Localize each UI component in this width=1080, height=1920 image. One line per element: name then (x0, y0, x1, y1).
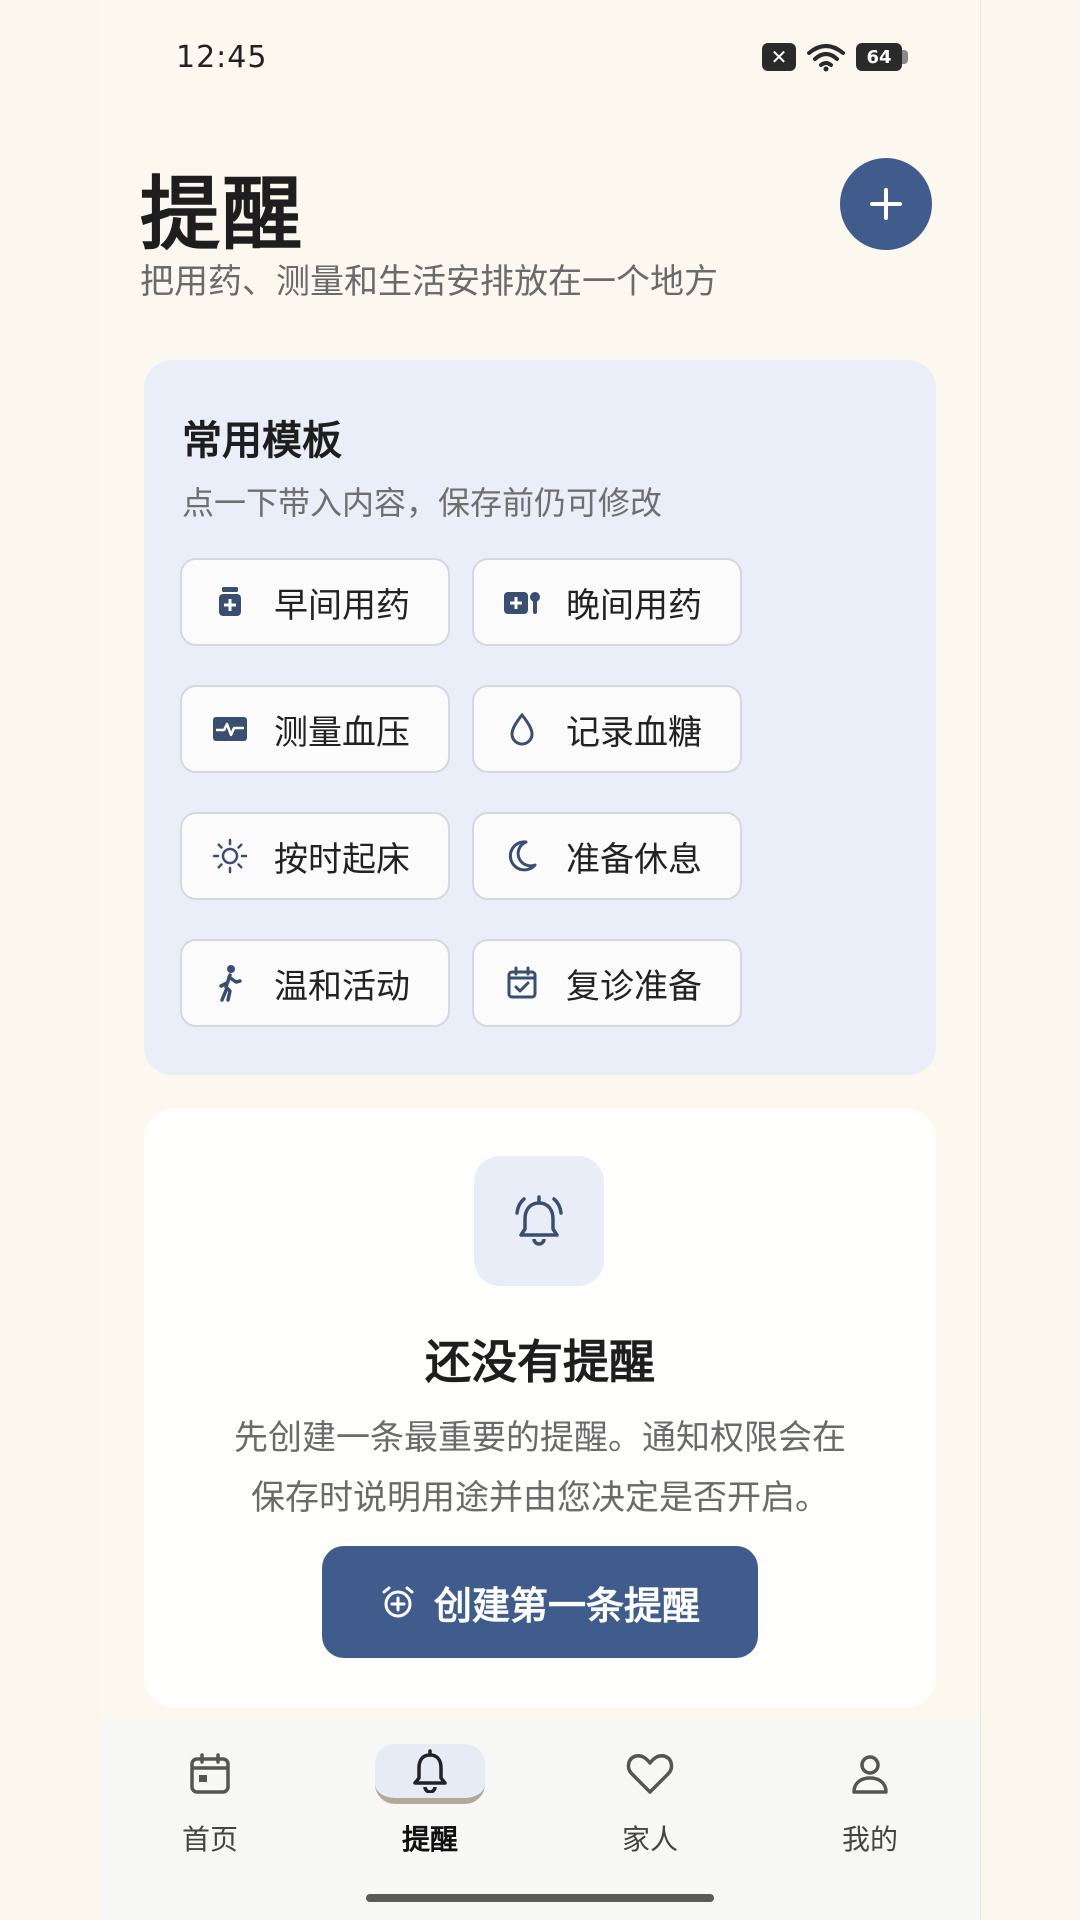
wifi-icon (807, 44, 845, 72)
template-label: 温和活动 (274, 966, 410, 1007)
template-evening-medicine[interactable]: 晚间用药 (472, 558, 742, 646)
create-first-reminder-button[interactable]: 创建第一条提醒 (322, 1546, 758, 1658)
home-indicator[interactable] (366, 1894, 714, 1902)
template-blood-pressure[interactable]: 测量血压 (180, 685, 450, 773)
template-label: 早间用药 (274, 585, 410, 626)
status-time: 12:45 (176, 40, 268, 75)
moon-icon (502, 836, 542, 876)
nav-home[interactable]: 首页 (100, 1718, 320, 1858)
medicine-kit-icon (502, 582, 542, 622)
create-first-reminder-label: 创建第一条提醒 (433, 1583, 700, 1628)
heart-icon (595, 1744, 705, 1804)
nav-label: 提醒 (401, 1823, 458, 1856)
template-label: 复诊准备 (566, 966, 702, 1007)
template-label: 测量血压 (274, 712, 410, 753)
alarm-bell-icon (474, 1156, 604, 1286)
heart-pulse-icon (210, 709, 250, 749)
add-reminder-button[interactable] (840, 158, 932, 250)
template-label: 按时起床 (274, 839, 410, 880)
template-wake-up[interactable]: 按时起床 (180, 812, 450, 900)
bottom-navigation: 首页 提醒 家人 我的 (100, 1718, 980, 1920)
templates-subtitle: 点一下带入内容，保存前仍可修改 (182, 484, 663, 522)
nav-family[interactable]: 家人 (540, 1718, 760, 1858)
bell-icon (375, 1744, 485, 1804)
nav-label: 家人 (621, 1823, 678, 1856)
template-gentle-activity[interactable]: 温和活动 (180, 939, 450, 1027)
empty-state-description: 先创建一条最重要的提醒。通知权限会在 保存时说明用途并由您决定是否开启。 (184, 1408, 896, 1528)
template-label: 记录血糖 (566, 712, 702, 753)
battery-icon: 64 (856, 43, 908, 71)
add-alarm-icon (382, 1586, 414, 1618)
status-icons: ✕ 64 (762, 42, 908, 72)
app-screen: 12:45 ✕ 64 提醒 把用药、测量和生活安排放在一个地方 常用模板 点一下… (100, 0, 981, 1920)
walking-icon (210, 963, 250, 1003)
calendar-icon (155, 1744, 265, 1804)
templates-title: 常用模板 (182, 418, 342, 464)
nav-label: 我的 (841, 1823, 898, 1856)
nav-reminders[interactable]: 提醒 (320, 1718, 540, 1858)
drop-icon (502, 709, 542, 749)
person-icon (815, 1744, 925, 1804)
calendar-check-icon (502, 963, 542, 1003)
template-label: 晚间用药 (566, 585, 702, 626)
nav-label: 首页 (181, 1823, 238, 1856)
template-prepare-rest[interactable]: 准备休息 (472, 812, 742, 900)
templates-card: 常用模板 点一下带入内容，保存前仍可修改 早间用药 晚间用药 测量血压 记录血糖… (144, 360, 936, 1075)
empty-state-card: 还没有提醒 先创建一条最重要的提醒。通知权限会在 保存时说明用途并由您决定是否开… (144, 1108, 936, 1708)
template-blood-sugar[interactable]: 记录血糖 (472, 685, 742, 773)
template-follow-up-visit[interactable]: 复诊准备 (472, 939, 742, 1027)
page-title: 提醒 (140, 168, 304, 261)
empty-state-description-line: 保存时说明用途并由您决定是否开启。 (251, 1478, 829, 1518)
no-sim-icon: ✕ (762, 43, 796, 71)
nav-profile[interactable]: 我的 (760, 1718, 980, 1858)
pill-bottle-icon (210, 582, 250, 622)
empty-state-title: 还没有提醒 (425, 1335, 655, 1389)
sun-icon (210, 836, 250, 876)
page-subtitle: 把用药、测量和生活安排放在一个地方 (140, 262, 718, 302)
template-morning-medicine[interactable]: 早间用药 (180, 558, 450, 646)
empty-state-description-line: 先创建一条最重要的提醒。通知权限会在 (234, 1418, 846, 1458)
template-label: 准备休息 (566, 839, 702, 880)
status-bar: 12:45 ✕ 64 (100, 0, 980, 120)
plus-icon (870, 188, 902, 220)
